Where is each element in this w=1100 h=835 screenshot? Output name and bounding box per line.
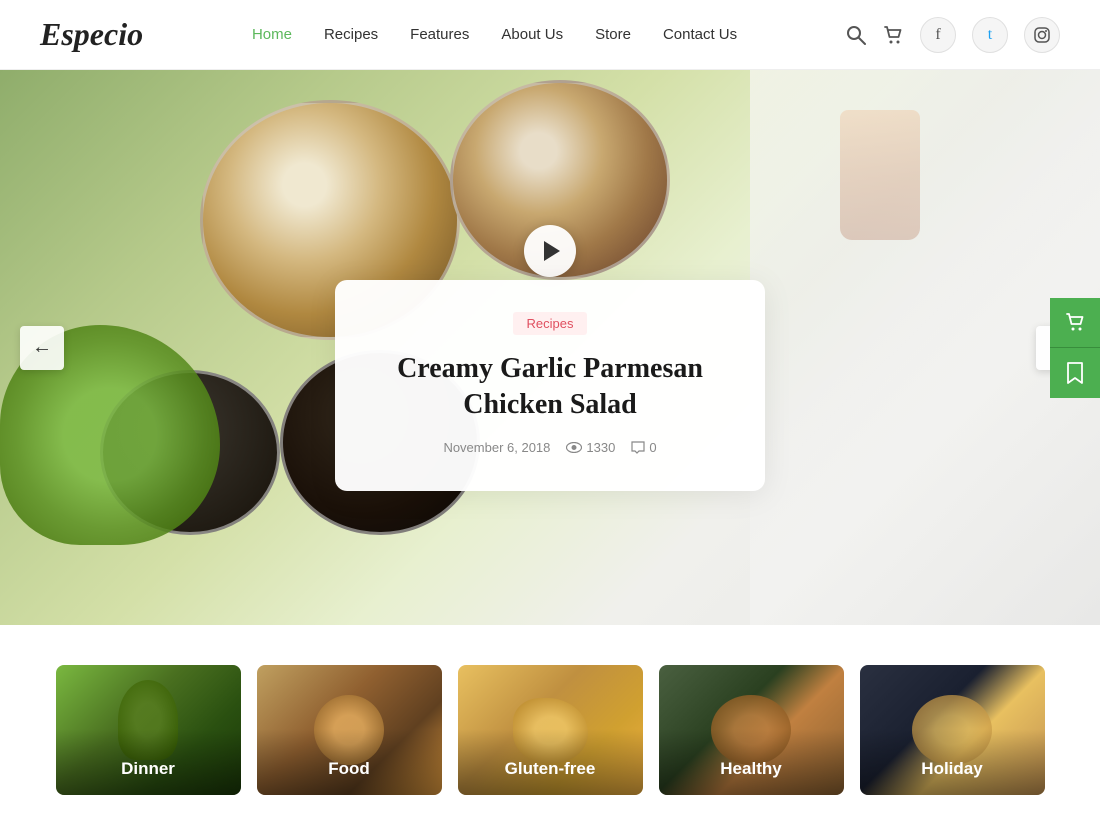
cart-icon[interactable] (882, 24, 904, 46)
card-comments: 0 (631, 440, 656, 455)
category-food[interactable]: Food (257, 665, 442, 795)
play-button[interactable] (524, 225, 576, 277)
side-cart-button[interactable] (1050, 298, 1100, 348)
side-bookmark-button[interactable] (1050, 348, 1100, 398)
dinner-label: Dinner (56, 729, 241, 795)
holiday-label: Holiday (860, 729, 1045, 795)
card-views: 1330 (566, 440, 615, 455)
twitter-icon[interactable]: t (972, 17, 1008, 53)
category-dinner[interactable]: Dinner (56, 665, 241, 795)
nav-contact[interactable]: Contact Us (663, 26, 737, 43)
hero-section: ← Recipes Creamy Garlic ParmesanChicken … (0, 70, 1100, 625)
gluten-label: Gluten-free (458, 729, 643, 795)
card-meta: November 6, 2018 1330 0 (375, 440, 725, 455)
logo: Especio (40, 16, 143, 53)
search-icon[interactable] (846, 25, 866, 45)
card-title: Creamy Garlic ParmesanChicken Salad (375, 351, 725, 424)
navigation: Home Recipes Features About Us Store Con… (252, 26, 737, 43)
prev-button[interactable]: ← (20, 326, 64, 370)
healthy-label: Healthy (659, 729, 844, 795)
category-holiday[interactable]: Holiday (860, 665, 1045, 795)
facebook-icon[interactable]: f (920, 17, 956, 53)
category-healthy[interactable]: Healthy (659, 665, 844, 795)
nav-about[interactable]: About Us (501, 26, 563, 43)
categories-grid: Dinner Food Gluten-free Healthy Holiday (50, 665, 1050, 795)
nav-features[interactable]: Features (410, 26, 469, 43)
card-tag: Recipes (513, 312, 588, 335)
header-icons: f t (846, 17, 1060, 53)
nav-home[interactable]: Home (252, 26, 292, 43)
hero-card: Recipes Creamy Garlic ParmesanChicken Sa… (335, 280, 765, 491)
instagram-icon[interactable] (1024, 17, 1060, 53)
card-date: November 6, 2018 (443, 440, 550, 455)
categories-section: Dinner Food Gluten-free Healthy Holiday (0, 625, 1100, 835)
category-gluten-free[interactable]: Gluten-free (458, 665, 643, 795)
nav-recipes[interactable]: Recipes (324, 26, 378, 43)
nav-store[interactable]: Store (595, 26, 631, 43)
food-label: Food (257, 729, 442, 795)
header: Especio Home Recipes Features About Us S… (0, 0, 1100, 70)
side-buttons (1050, 298, 1100, 398)
